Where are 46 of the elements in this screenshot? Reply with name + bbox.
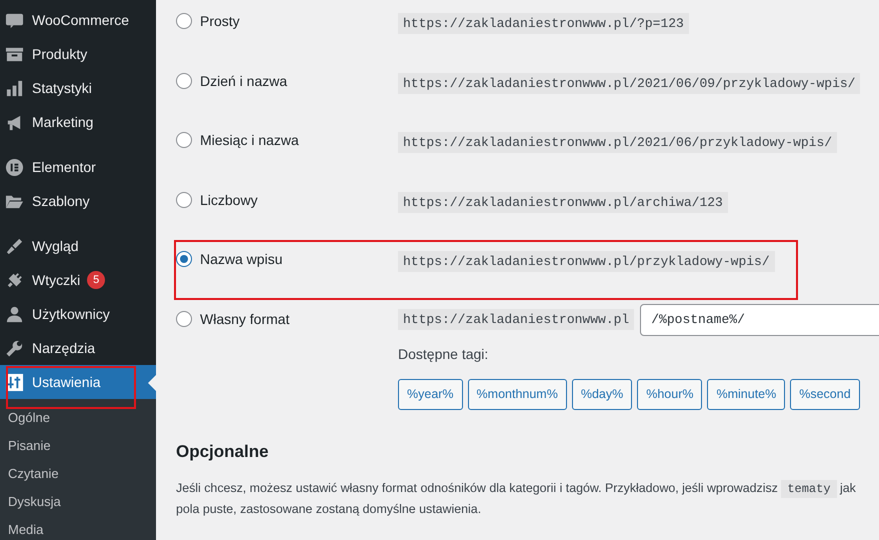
option-label: Nazwa wpisu — [200, 251, 282, 268]
radio-option[interactable]: Dzień i nazwa — [176, 66, 398, 125]
option-label: Liczbowy — [200, 192, 258, 208]
menu-item[interactable]: Wygląd — [0, 229, 156, 263]
url-example: https://zakladaniestronwww.pl/archiwa/123 — [398, 192, 728, 212]
section-heading: Opcjonalne — [176, 442, 270, 462]
tags-label: Dostępne tagi: — [398, 346, 490, 362]
submenu-item[interactable]: Dyskusja — [0, 487, 156, 515]
radio-option[interactable]: Nazwa wpisu — [176, 244, 398, 304]
tag-button[interactable]: %hour% — [637, 378, 702, 410]
url-example: https://zakladaniestronwww.pl — [398, 309, 634, 330]
tag-button[interactable]: %second — [790, 378, 860, 410]
radio-option[interactable]: Prosty — [176, 6, 398, 66]
submenu-item[interactable]: Czytanie — [0, 459, 156, 487]
description-text: Jeśli chcesz, możesz ustawić własny format odnośników dla kategorii i tagów. Przykładowo, jeśli wprowadzisz tematy jak — [176, 478, 857, 498]
url-example: https://zakladaniestronwww.pl/2021/06/przykladowy-wpis/ — [398, 132, 838, 153]
radio-option[interactable]: Liczbowy — [176, 184, 398, 244]
submenu-item[interactable]: Media — [0, 515, 156, 540]
menu-item[interactable]: Statystyki — [0, 71, 156, 105]
url-example: https://zakladaniestronwww.pl/przykladowy-wpis/ — [398, 251, 775, 272]
tag-button[interactable]: %minute% — [707, 378, 786, 410]
menu-item[interactable]: Produkty — [0, 37, 156, 71]
menu-item[interactable]: Elementor — [0, 150, 156, 184]
option-label: Miesiąc i nazwa — [200, 132, 299, 149]
count-badge: 5 — [87, 271, 106, 289]
radio-option[interactable]: Własny format — [176, 304, 398, 410]
radio-option[interactable]: Miesiąc i nazwa — [176, 125, 398, 184]
description-text: pola puste, zastosowane zostaną domyślne ustawienia. — [176, 500, 482, 518]
menu-item[interactable]: Ustawienia — [0, 365, 156, 399]
option-label: Prosty — [200, 13, 240, 30]
submenu-item[interactable]: Pisanie — [0, 431, 156, 459]
tag-button[interactable]: %day% — [572, 378, 632, 410]
tag-button[interactable]: %year% — [398, 378, 463, 410]
menu-item[interactable]: WooCommerce — [0, 3, 156, 37]
menu-item[interactable]: Narzędzia — [0, 331, 156, 365]
url-example: https://zakladaniestronwww.pl/2021/06/09/przykladowy-wpis/ — [398, 72, 860, 94]
option-label: Dzień i nazwa — [200, 72, 288, 90]
option-label: Własny format — [200, 310, 290, 328]
structure-field[interactable]: /%postname%/ — [640, 304, 879, 336]
menu-item[interactable]: Wtyczki 5 — [0, 263, 156, 297]
menu-item[interactable]: Użytkownicy — [0, 297, 156, 331]
tag-button[interactable]: %monthnum% — [468, 378, 567, 410]
menu-item[interactable]: Marketing — [0, 105, 156, 139]
url-example: https://zakladaniestronwww.pl/?p=123 — [398, 13, 689, 34]
submenu-item[interactable]: Ogólne — [0, 403, 156, 431]
menu-item[interactable]: Szablony — [0, 184, 156, 218]
